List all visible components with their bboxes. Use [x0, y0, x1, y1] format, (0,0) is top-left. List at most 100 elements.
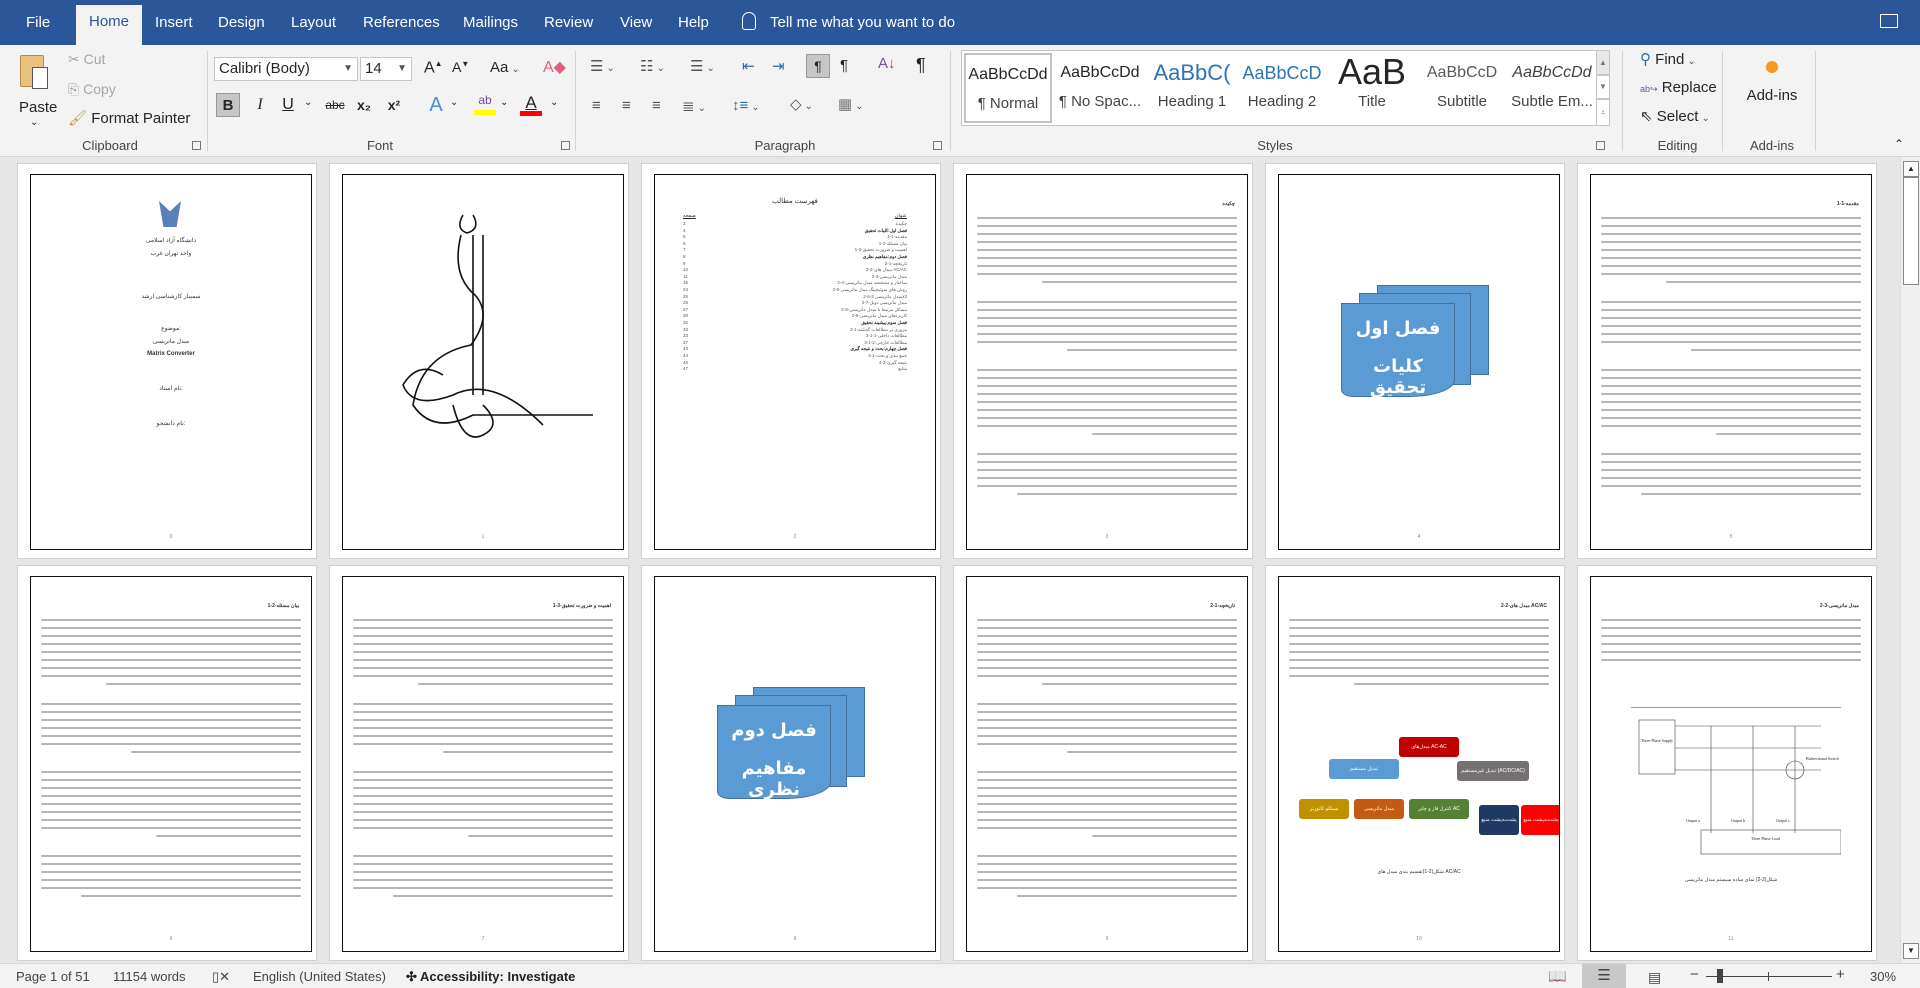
tab-layout[interactable]: Layout	[285, 12, 342, 45]
page-thumbnail[interactable]: 2-1-تاریخچه 9	[953, 565, 1253, 961]
font-launcher-icon[interactable]	[561, 141, 570, 150]
multilevel-list-button[interactable]: ☰ ⌄	[690, 57, 715, 75]
page-count[interactable]: Page 1 of 51	[16, 969, 90, 984]
font-size-combobox[interactable]: 14 ▼	[360, 57, 412, 81]
shrink-font-button[interactable]: A▼	[452, 59, 469, 75]
style-heading-1[interactable]: AaBbC(Heading 1	[1148, 53, 1236, 123]
align-left-button[interactable]: ≡	[592, 97, 601, 114]
tab-design[interactable]: Design	[212, 12, 271, 45]
proofing-icon[interactable]: ▯✕	[212, 969, 230, 985]
numbering-button[interactable]: ☷ ⌄	[640, 57, 665, 75]
paste-button[interactable]: Paste ⌄	[14, 51, 58, 131]
replace-button[interactable]: ab↪ Replace	[1640, 79, 1717, 96]
page-thumbnail[interactable]: فصل دوم مفاهیم نظری 8	[641, 565, 941, 961]
line-spacing-button[interactable]: ↕≡ ⌄	[732, 97, 760, 114]
scroll-thumb[interactable]	[1903, 177, 1919, 285]
underline-button[interactable]: U	[280, 93, 296, 117]
cut-button[interactable]: ✂ Cut	[68, 51, 105, 68]
tab-file[interactable]: File	[20, 12, 56, 45]
web-layout-icon[interactable]: ▤	[1648, 969, 1661, 986]
change-case-button[interactable]: Aa ⌄	[490, 59, 520, 76]
font-color-button[interactable]: A	[520, 93, 542, 119]
strikethrough-button[interactable]: abc	[322, 93, 348, 117]
print-layout-button[interactable]: ☰	[1582, 964, 1626, 988]
page-thumbnail[interactable]: 1-2-بیان مسئله 6	[17, 565, 317, 961]
page-thumbnail[interactable]: فهرست مطالب عنوان صفحه چکیده 3 فصل اول:کلیات …	[641, 163, 941, 559]
scroll-up-button[interactable]: ▲	[1903, 161, 1919, 177]
zoom-in-button[interactable]: +	[1836, 966, 1845, 983]
superscript-button[interactable]: x²	[385, 93, 403, 117]
tab-help[interactable]: Help	[672, 12, 715, 45]
text-effects-icon[interactable]: A	[425, 93, 447, 117]
page-thumbnail[interactable]: فصل اول کلیات تحقیق 4	[1265, 163, 1565, 559]
style-no-spacing[interactable]: AaBbCcDd ¶ No Spac...	[1056, 53, 1144, 123]
align-right-button[interactable]: ≡	[652, 97, 661, 114]
zoom-slider-thumb[interactable]	[1717, 969, 1723, 983]
page-thumbnail[interactable]: 1-3-اهمیت و ضرورت تحقیق 7	[329, 565, 629, 961]
tab-view[interactable]: View	[614, 12, 658, 45]
show-formatting-marks-button[interactable]: ¶	[916, 55, 926, 76]
paragraph-launcher-icon[interactable]	[933, 141, 942, 150]
tab-home[interactable]: Home	[76, 5, 143, 45]
page-thumbnail[interactable]: 1-1-مقدمه 5	[1577, 163, 1877, 559]
page-thumbnail[interactable]: 1	[329, 163, 629, 559]
tell-me-search[interactable]: Tell me what you want to do	[742, 12, 955, 34]
borders-button[interactable]: ▦ ⌄	[838, 95, 864, 113]
center-button[interactable]: ≡	[622, 97, 631, 114]
increase-indent-button[interactable]: ⇥	[772, 57, 785, 75]
sort-button[interactable]: A↓	[878, 55, 896, 72]
chevron-down-icon[interactable]: ⌄	[304, 97, 312, 108]
styles-launcher-icon[interactable]	[1596, 141, 1605, 150]
tab-mailings[interactable]: Mailings	[457, 12, 524, 45]
find-button[interactable]: ⚲ Find ⌄	[1640, 50, 1696, 68]
scroll-down-button[interactable]: ▼	[1903, 943, 1919, 959]
comments-icon[interactable]	[1880, 14, 1898, 28]
zoom-level[interactable]: 30%	[1870, 969, 1896, 984]
style-normal[interactable]: AaBbCcDd ¶ Normal	[964, 53, 1052, 123]
zoom-out-button[interactable]: −	[1690, 966, 1699, 983]
addins-button[interactable]: Add-ins	[1732, 55, 1812, 115]
rtl-direction-button[interactable]: ¶	[840, 57, 848, 74]
styles-scroll-up-button[interactable]: ▲	[1596, 50, 1610, 75]
page-thumbnail[interactable]: دانشگاه آزاد اسلامی واحد تهران غرب سمینار …	[17, 163, 317, 559]
language[interactable]: English (United States)	[253, 969, 386, 984]
styles-more-button[interactable]: ⩡	[1596, 99, 1610, 126]
chevron-down-icon[interactable]: ⌄	[500, 97, 508, 108]
font-name-combobox[interactable]: Calibri (Body) ▼	[214, 57, 358, 81]
word-count[interactable]: 11154 words	[113, 969, 186, 984]
italic-button[interactable]: I	[252, 93, 268, 117]
zoom-slider[interactable]	[1706, 969, 1832, 983]
bullets-button[interactable]: ☰ ⌄	[590, 57, 615, 75]
style-subtitle[interactable]: AaBbCcD Subtitle	[1418, 53, 1506, 123]
subscript-button[interactable]: x₂	[355, 93, 373, 117]
chevron-down-icon[interactable]: ⌄	[450, 97, 458, 108]
tab-references[interactable]: References	[357, 12, 446, 45]
tab-insert[interactable]: Insert	[149, 12, 199, 45]
grow-font-button[interactable]: A▲	[424, 59, 443, 77]
page-thumbnail[interactable]: 2-2-مبدل های AC/AC مبدل‌های AC-AC تبدیل مس…	[1265, 565, 1565, 961]
chevron-down-icon[interactable]: ⌄	[550, 97, 558, 108]
ltr-direction-button[interactable]: ¶	[806, 54, 830, 78]
vertical-scrollbar[interactable]: ▲ ▼	[1900, 157, 1920, 963]
style-heading-2[interactable]: AaBbCcD Heading 2	[1238, 53, 1326, 123]
highlight-color-button[interactable]: ab	[474, 93, 496, 119]
tab-review[interactable]: Review	[538, 12, 599, 45]
format-painter-button[interactable]: 🖌 Format Painter	[68, 109, 190, 127]
page-thumbnail[interactable]: چکیده 3	[953, 163, 1253, 559]
style-title[interactable]: AaB Title	[1328, 53, 1416, 123]
select-button[interactable]: ⇖ Select ⌄	[1640, 107, 1710, 125]
read-mode-icon[interactable]: 📖	[1548, 967, 1567, 985]
shading-button[interactable]: ◇ ⌄	[790, 95, 813, 113]
clipboard-launcher-icon[interactable]	[192, 141, 201, 150]
justify-button[interactable]: ≣ ⌄	[682, 97, 706, 115]
clear-formatting-eraser-icon[interactable]: A◆	[543, 57, 566, 77]
collapse-ribbon-icon[interactable]: ⌃	[1894, 137, 1904, 151]
decrease-indent-button[interactable]: ⇤	[742, 57, 755, 75]
bold-button[interactable]: B	[216, 93, 240, 117]
accessibility-checker[interactable]: ✣ Accessibility: Investigate	[406, 969, 575, 985]
styles-scroll-down-button[interactable]: ▼	[1596, 75, 1610, 99]
page-thumbnail[interactable]: 2-3-مبدل ماتریسی Three Phase Supply Bidire…	[1577, 565, 1877, 961]
toc-row: 2-3-مبدل ماتریسی 11	[683, 274, 907, 280]
copy-button[interactable]: ⎘ Copy	[68, 81, 116, 98]
style-subtle-emphasis[interactable]: AaBbCcDd Subtle Em...	[1508, 53, 1596, 123]
